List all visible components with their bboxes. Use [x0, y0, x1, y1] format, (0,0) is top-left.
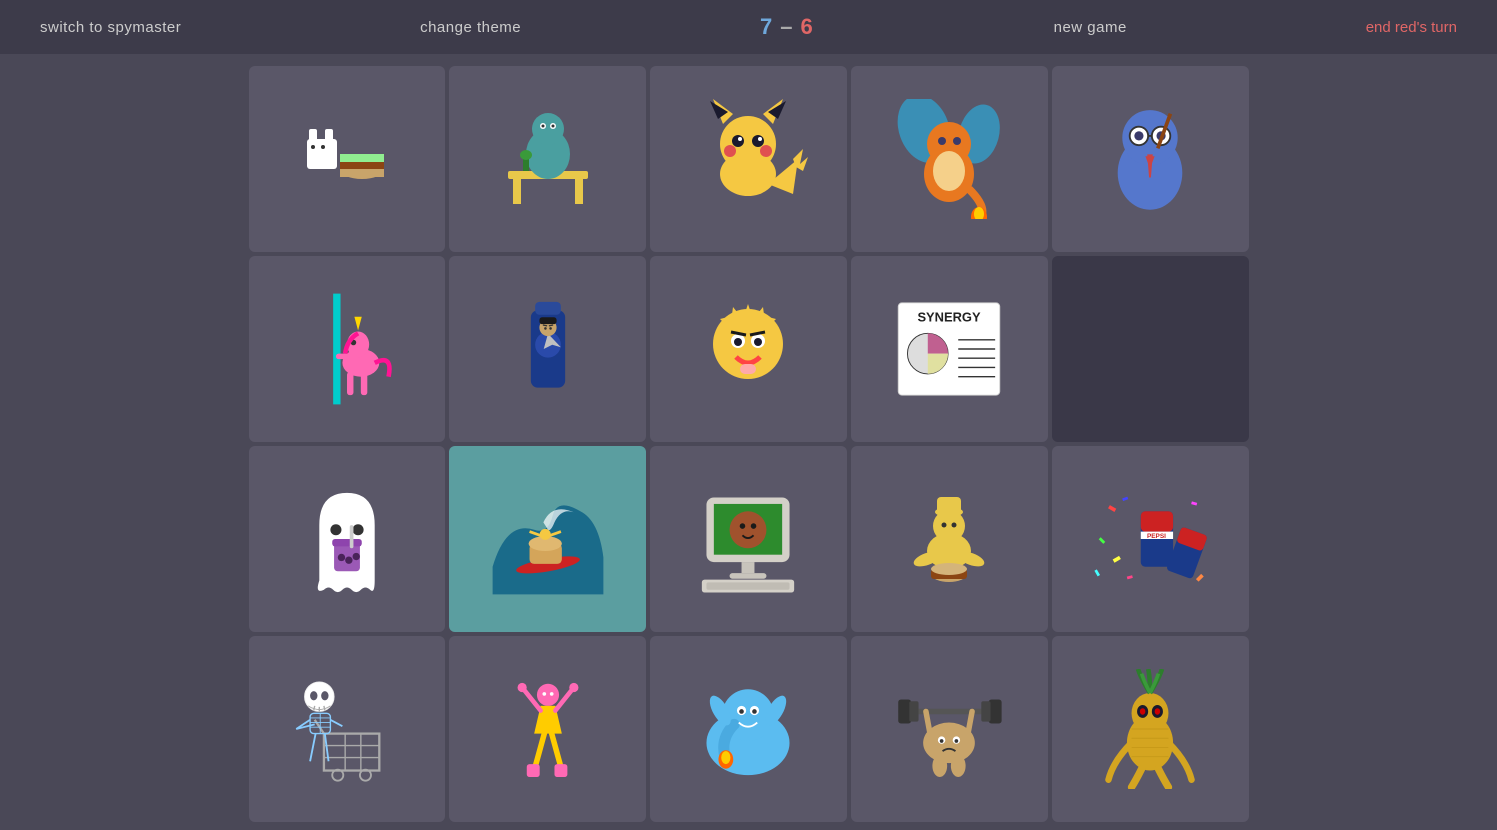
svg-text:SYNERGY: SYNERGY [918, 309, 982, 324]
card-19[interactable] [1052, 636, 1249, 822]
card-9[interactable] [1052, 256, 1249, 442]
card-18[interactable] [851, 636, 1048, 822]
change-theme-button[interactable]: change theme [420, 19, 521, 36]
score-display: 7–6 [760, 14, 815, 40]
card-11[interactable] [449, 446, 646, 632]
switch-to-spymaster-button[interactable]: switch to spymaster [40, 19, 181, 36]
card-13[interactable] [851, 446, 1048, 632]
game-grid: SYNERGY [249, 66, 1249, 822]
card-14[interactable]: PEPSI [1052, 446, 1249, 632]
card-15[interactable] [249, 636, 446, 822]
header: switch to spymaster change theme 7–6 new… [0, 0, 1497, 54]
card-1[interactable] [449, 66, 646, 252]
card-3[interactable] [851, 66, 1048, 252]
card-5[interactable] [249, 256, 446, 442]
card-16[interactable] [449, 636, 646, 822]
card-2[interactable] [650, 66, 847, 252]
svg-text:PEPSI: PEPSI [1147, 533, 1166, 540]
end-turn-button[interactable]: end red's turn [1366, 19, 1457, 36]
red-score: 6 [801, 14, 815, 39]
score-separator: – [780, 14, 794, 39]
card-7[interactable] [650, 256, 847, 442]
blue-score: 7 [760, 14, 774, 39]
card-6[interactable] [449, 256, 646, 442]
card-10[interactable] [249, 446, 446, 632]
card-0[interactable] [249, 66, 446, 252]
card-4[interactable] [1052, 66, 1249, 252]
card-8[interactable]: SYNERGY [851, 256, 1048, 442]
card-17[interactable] [650, 636, 847, 822]
card-12[interactable] [650, 446, 847, 632]
new-game-button[interactable]: new game [1054, 19, 1127, 36]
